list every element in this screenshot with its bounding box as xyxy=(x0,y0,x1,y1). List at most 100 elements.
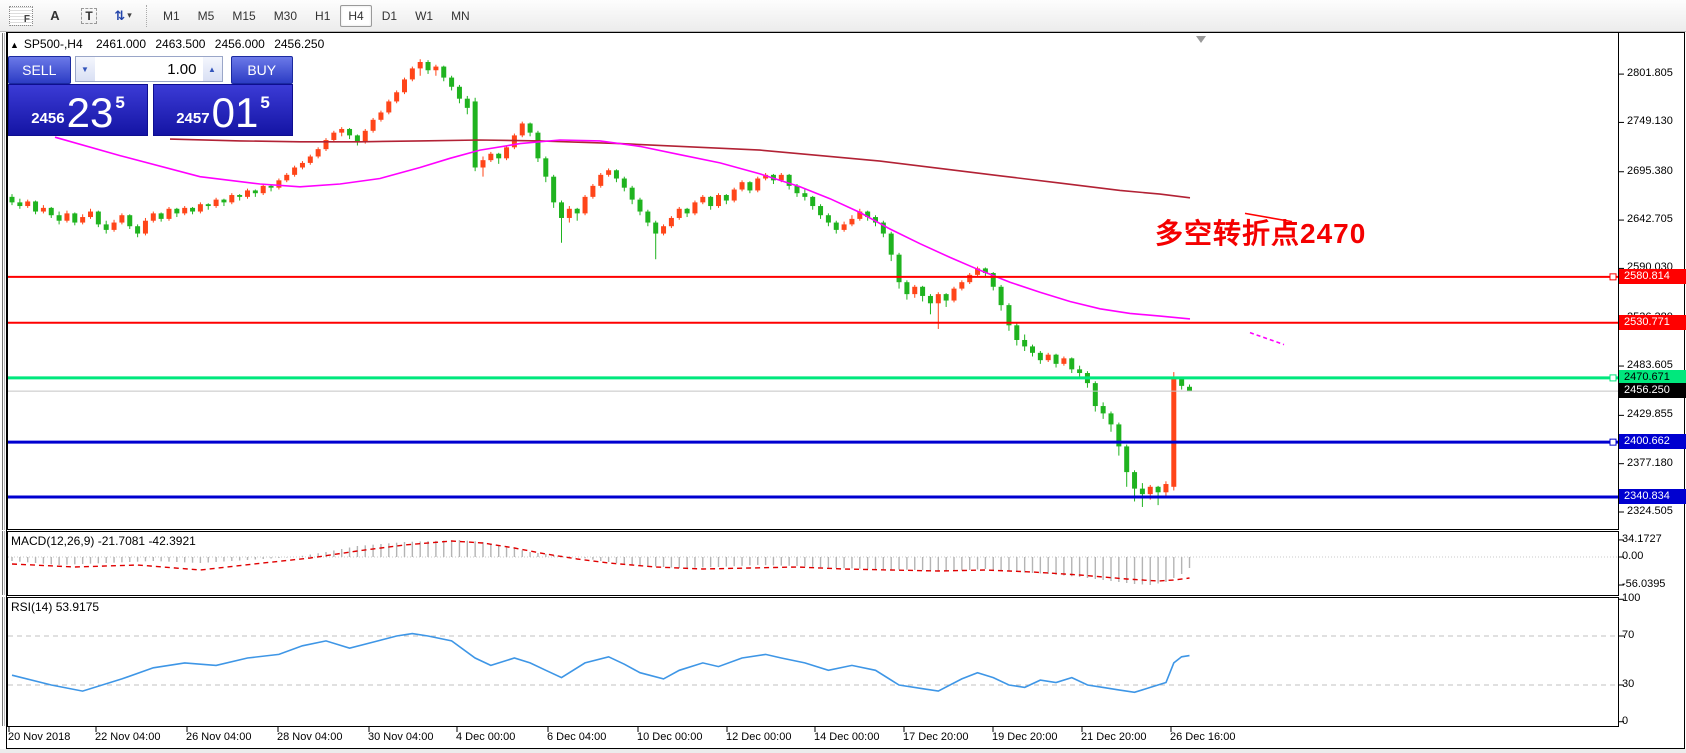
candle-body xyxy=(1061,358,1066,364)
candle-body xyxy=(944,294,949,300)
candle-body xyxy=(708,197,713,206)
object-arrows-icon[interactable]: ⇅▾ xyxy=(110,4,136,28)
candle-body xyxy=(1093,383,1098,406)
candle-body xyxy=(402,79,407,92)
candle-body xyxy=(1101,406,1106,413)
candle-body xyxy=(167,209,172,219)
candle-body xyxy=(1187,387,1192,391)
volume-stepper: ▼ ▲ xyxy=(75,56,223,82)
candle-body xyxy=(135,226,140,233)
candle-body xyxy=(959,282,964,288)
candle-body xyxy=(112,223,117,230)
line-handle[interactable] xyxy=(1610,439,1616,445)
candle-body xyxy=(653,223,658,234)
candle-body xyxy=(630,188,635,200)
candle-body xyxy=(661,226,666,233)
volume-decrease-button[interactable]: ▼ xyxy=(76,57,95,81)
candle-body xyxy=(692,202,697,213)
candle-body xyxy=(952,289,957,301)
candle-body xyxy=(449,78,454,87)
candle-body xyxy=(810,197,815,206)
timeframe-button-d1[interactable]: D1 xyxy=(374,5,405,27)
candle-body xyxy=(363,131,368,142)
collapse-marker-icon[interactable]: ▲ xyxy=(10,40,19,50)
buy-price-tile[interactable]: 2457 01 5 xyxy=(153,84,293,136)
ohlc-high: 2463.500 xyxy=(155,37,205,51)
dropdown-caret-icon: ▾ xyxy=(127,10,132,21)
candle-body xyxy=(17,202,22,206)
candle-body xyxy=(410,68,415,79)
candle-body xyxy=(214,200,219,206)
candle-body xyxy=(1046,355,1051,361)
text-label-icon[interactable]: A xyxy=(42,4,68,28)
candle-body xyxy=(284,175,289,181)
candle-body xyxy=(700,197,705,203)
volume-increase-button[interactable]: ▲ xyxy=(203,57,222,81)
candle-body xyxy=(1148,487,1153,494)
candle-body xyxy=(645,212,650,223)
volume-input[interactable] xyxy=(95,57,203,81)
timeframe-button-m5[interactable]: M5 xyxy=(190,5,223,27)
candle-body xyxy=(418,62,423,68)
rsi-value: 53.9175 xyxy=(56,600,99,614)
candle-body xyxy=(473,101,478,167)
toolbar-separator xyxy=(146,5,148,27)
timeframe-button-h4[interactable]: H4 xyxy=(340,5,371,27)
candle-body xyxy=(849,219,854,225)
candle-body xyxy=(598,175,603,186)
ohlc-open: 2461.000 xyxy=(96,37,146,51)
candle-body xyxy=(143,221,148,234)
sell-button[interactable]: SELL xyxy=(8,56,71,84)
candle-body xyxy=(433,67,438,71)
candle-body xyxy=(677,209,682,218)
candle-body xyxy=(229,195,234,202)
timeframe-button-mn[interactable]: MN xyxy=(443,5,478,27)
candle-body xyxy=(889,234,894,255)
candle-body xyxy=(261,186,266,193)
candle-body xyxy=(237,195,242,197)
one-click-trading-panel: SELL ▼ ▲ BUY 2456 23 5 2457 01 5 xyxy=(8,56,293,136)
buy-price-prefix: 2457 xyxy=(176,110,209,127)
candle-body xyxy=(575,209,580,214)
candle-body xyxy=(1069,358,1074,369)
candle-body xyxy=(386,101,391,112)
timeframe-button-w1[interactable]: W1 xyxy=(407,5,441,27)
symbol-name: SP500-,H4 xyxy=(24,37,83,51)
sell-price-tile[interactable]: 2456 23 5 xyxy=(8,84,148,136)
line-handle[interactable] xyxy=(1610,375,1616,381)
text-box-glyph: T xyxy=(81,8,96,24)
candle-body xyxy=(622,179,627,188)
candle-body xyxy=(394,92,399,101)
candle-body xyxy=(551,177,556,203)
candle-body xyxy=(316,149,321,156)
rsi-label: RSI(14) 53.9175 xyxy=(11,600,99,614)
candle-body xyxy=(371,120,376,131)
candle-body xyxy=(1109,413,1114,424)
candle-body xyxy=(826,215,831,222)
chart-annotation-text[interactable]: 多空转折点2470 xyxy=(1155,212,1366,252)
candle-body xyxy=(174,209,179,214)
rsi-pane[interactable] xyxy=(8,598,1619,727)
candle-body xyxy=(559,202,564,218)
candle-body xyxy=(269,186,274,188)
candle-body xyxy=(465,99,470,108)
candle-body xyxy=(936,294,941,303)
candle-body xyxy=(159,213,164,219)
grid-f-icon[interactable]: F xyxy=(8,4,34,28)
line-handle[interactable] xyxy=(1610,274,1616,280)
candle-body xyxy=(41,208,46,212)
candle-body xyxy=(740,182,745,189)
candle-body xyxy=(1014,325,1019,340)
buy-button[interactable]: BUY xyxy=(231,56,294,84)
timeframe-button-m15[interactable]: M15 xyxy=(224,5,263,27)
toolbar: F A T ⇅▾ M1M5M15M30H1H4D1W1MN xyxy=(0,0,1686,32)
timeframe-button-m30[interactable]: M30 xyxy=(266,5,305,27)
candle-body xyxy=(355,135,360,141)
candle-body xyxy=(747,182,752,190)
macd-value-1: -21.7081 xyxy=(98,534,145,548)
candle-body xyxy=(245,190,250,196)
timeframe-button-m1[interactable]: M1 xyxy=(155,5,188,27)
text-box-icon[interactable]: T xyxy=(76,4,102,28)
timeframe-button-h1[interactable]: H1 xyxy=(307,5,338,27)
macd-name: MACD(12,26,9) xyxy=(11,534,94,548)
